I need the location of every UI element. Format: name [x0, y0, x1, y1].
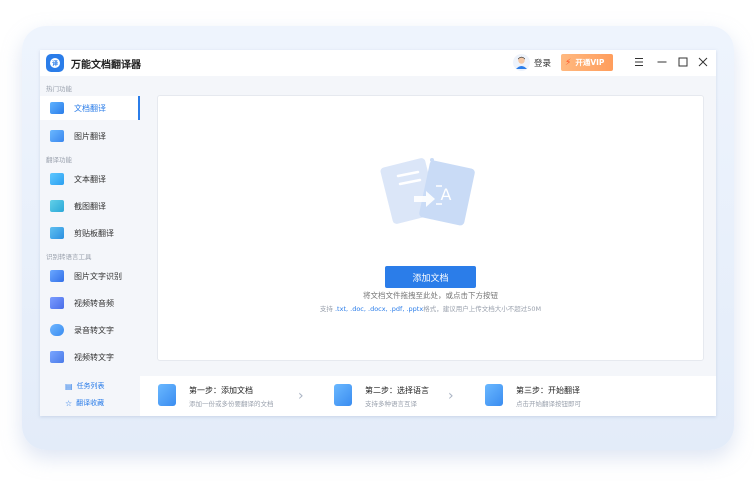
title-bar: 译 万能文档翻译器 登录 ⚡ 开通VIP [40, 50, 716, 76]
sidebar-item-label: 文本翻译 [74, 174, 106, 184]
sidebar-item-label: 视频转文字 [74, 352, 114, 362]
sidebar-item-screenshot-translate[interactable]: 截图翻译 [40, 194, 140, 218]
sidebar-item-label: 录音转文字 [74, 325, 114, 335]
sidebar-item-video-to-text[interactable]: 视频转文字 [40, 345, 140, 369]
drop-zone[interactable]: A 将文档文件拖拽至此处，或点击下方按钮 添加文档 支持 .txt, .doc,… [157, 95, 704, 361]
document-icon [50, 102, 64, 114]
task-list-label: 任务列表 [76, 382, 105, 390]
audio-text-icon [50, 324, 64, 336]
screenshot-icon [50, 200, 64, 212]
app-logo-icon: 译 [46, 54, 64, 72]
drop-hint-text: 将文档文件拖拽至此处，或点击下方按钮 [363, 291, 498, 300]
start-translate-icon [485, 384, 503, 406]
video-text-icon [50, 351, 64, 363]
video-audio-icon [50, 297, 64, 309]
sidebar-item-video-to-audio[interactable]: 视频转音频 [40, 291, 140, 315]
section-title-hot: 热门功能 [46, 85, 72, 93]
step-title: 第二步：选择语言 [365, 386, 429, 395]
sidebar-item-label: 截图翻译 [74, 201, 106, 211]
sidebar-item-label: 图片翻译 [74, 131, 106, 141]
ocr-icon [50, 270, 64, 282]
sidebar-item-label: 剪贴板翻译 [74, 228, 114, 238]
chevron-right-icon: › [298, 388, 304, 404]
support-prefix: 支持 [319, 305, 335, 313]
vip-label: 开通VIP [575, 58, 605, 67]
sidebar-item-clipboard-translate[interactable]: 剪贴板翻译 [40, 221, 140, 245]
lightning-icon: ⚡ [565, 57, 572, 68]
step-subtitle: 支持多种语言互译 [365, 400, 417, 408]
image-icon [50, 130, 64, 142]
sidebar-item-image-translate[interactable]: 图片翻译 [40, 124, 140, 148]
support-formats: .txt, .doc, .docx, .pdf, .pptx [334, 305, 424, 313]
document-translate-illustration-icon: A [380, 158, 475, 226]
favorites-label: 翻译收藏 [76, 399, 105, 407]
favorites-link[interactable]: ☆ 翻译收藏 [65, 398, 104, 408]
task-list-icon: ▤ [65, 381, 73, 391]
step-title: 第一步：添加文档 [189, 386, 253, 395]
add-document-button[interactable]: 添加文档 [385, 266, 476, 288]
add-document-icon [158, 384, 176, 406]
sidebar-item-audio-to-text[interactable]: 录音转文字 [40, 318, 140, 342]
app-title: 万能文档翻译器 [71, 60, 141, 71]
chevron-right-icon: › [448, 388, 454, 404]
sidebar-item-label: 文档翻译 [74, 103, 106, 113]
supported-formats-text: 支持 .txt, .doc, .docx, .pdf, .pptx格式，建议用户… [158, 303, 703, 313]
app-window: 译 万能文档翻译器 登录 ⚡ 开通VIP 热门功能 文档翻译 图片翻译 翻译功能… [40, 50, 716, 416]
sidebar-item-label: 图片文字识别 [74, 271, 122, 281]
text-translate-icon [50, 173, 64, 185]
sidebar-item-ocr[interactable]: 图片文字识别 [40, 264, 140, 288]
user-avatar-icon[interactable] [513, 54, 530, 71]
maximize-icon[interactable] [677, 56, 689, 68]
clipboard-icon [50, 227, 64, 239]
steps-bar: 第一步：添加文档 添加一份或多份要翻译的文档 › 第二步：选择语言 支持多种语言… [140, 376, 716, 416]
step-subtitle: 点击开始翻译按钮即可 [516, 400, 581, 408]
star-icon: ☆ [65, 398, 73, 408]
login-link[interactable]: 登录 [534, 57, 551, 69]
sidebar-item-text-translate[interactable]: 文本翻译 [40, 167, 140, 191]
svg-text:A: A [441, 185, 452, 204]
section-title-tools: 识别转语言工具 [46, 253, 92, 261]
support-suffix: 格式，建议用户上传文档大小不超过50M [423, 305, 542, 313]
sidebar: 热门功能 文档翻译 图片翻译 翻译功能 文本翻译 截图翻译 剪贴板翻译 识别转语… [40, 76, 140, 416]
step-subtitle: 添加一份或多份要翻译的文档 [189, 400, 274, 408]
svg-text:译: 译 [52, 60, 59, 68]
step-title: 第三步：开始翻译 [516, 386, 580, 395]
minimize-icon[interactable] [656, 56, 668, 68]
menu-icon[interactable] [633, 56, 645, 68]
section-title-translate: 翻译功能 [46, 156, 72, 164]
vip-button[interactable]: ⚡ 开通VIP [561, 54, 613, 71]
language-icon [334, 384, 352, 406]
close-icon[interactable] [697, 56, 709, 68]
sidebar-item-label: 视频转音频 [74, 298, 114, 308]
sidebar-item-document-translate[interactable]: 文档翻译 [40, 96, 140, 120]
task-list-link[interactable]: ▤ 任务列表 [65, 381, 105, 391]
